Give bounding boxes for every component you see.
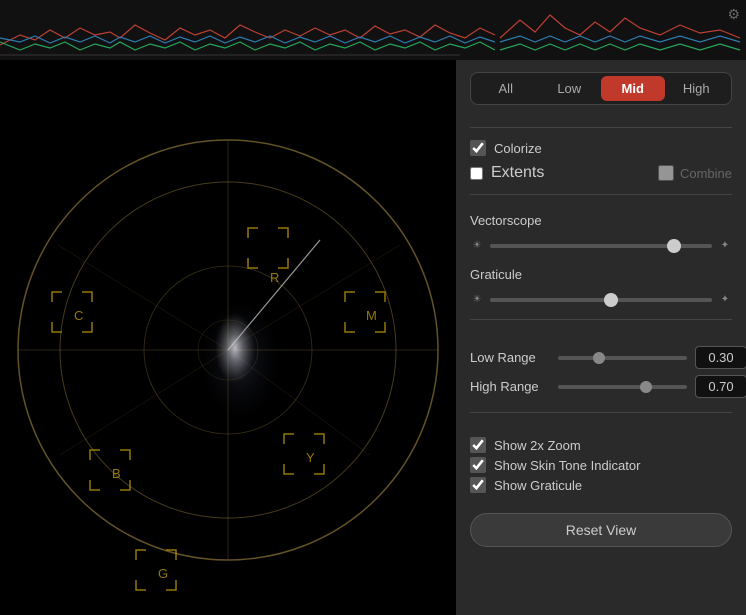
vectorscope-label: Vectorscope [470, 213, 732, 228]
divider-3 [470, 319, 732, 320]
combine-area: Combine [658, 165, 732, 181]
svg-text:R: R [270, 270, 279, 285]
show-2x-zoom-checkbox[interactable] [470, 437, 486, 453]
vectorscope-slider-row: ☀ ✦ [470, 240, 732, 251]
show-graticule-checkbox[interactable] [470, 477, 486, 493]
show-skin-tone-checkbox[interactable] [470, 457, 486, 473]
divider-2 [470, 194, 732, 195]
graticule-label: Graticule [470, 267, 732, 282]
graticule-brightness-high-icon: ✦ [718, 294, 732, 305]
show-2x-zoom-row: Show 2x Zoom [470, 437, 732, 453]
graticule-brightness-low-icon: ☀ [470, 294, 484, 305]
colorize-label: Colorize [494, 141, 542, 156]
svg-text:G: G [158, 566, 168, 581]
svg-text:C: C [74, 308, 83, 323]
tab-high[interactable]: High [665, 76, 729, 101]
svg-text:B: B [112, 466, 121, 481]
reset-view-button[interactable]: Reset View [470, 513, 732, 547]
show-graticule-label: Show Graticule [494, 478, 582, 493]
colorize-checkbox[interactable] [470, 140, 486, 156]
waveform-svg [0, 0, 746, 60]
vectorscope-panel: R M Y B [0, 60, 456, 615]
show-graticule-row: Show Graticule [470, 477, 732, 493]
high-range-label: High Range [470, 379, 550, 394]
extents-label: Extents [491, 164, 544, 182]
tab-row: All Low Mid High [470, 72, 732, 105]
show-skin-tone-label: Show Skin Tone Indicator [494, 458, 640, 473]
tab-low[interactable]: Low [538, 76, 602, 101]
svg-text:Y: Y [306, 450, 315, 465]
graticule-slider-row: ☀ ✦ [470, 294, 732, 305]
tab-mid[interactable]: Mid [601, 76, 665, 101]
high-range-row: High Range [470, 375, 732, 398]
options-section: Show 2x Zoom Show Skin Tone Indicator Sh… [470, 433, 732, 497]
controls-panel: All Low Mid High Colorize Extents Combin… [456, 60, 746, 615]
svg-text:M: M [366, 308, 377, 323]
graticule-slider[interactable] [490, 298, 712, 302]
high-range-value[interactable] [695, 375, 746, 398]
low-range-slider[interactable] [558, 356, 687, 360]
waveform-bar [0, 0, 746, 60]
extents-row: Extents Combine [470, 164, 732, 182]
low-range-row: Low Range [470, 346, 732, 369]
scope-svg: R M Y B [0, 60, 456, 615]
divider-1 [470, 127, 732, 128]
show-2x-zoom-label: Show 2x Zoom [494, 438, 581, 453]
show-skin-tone-row: Show Skin Tone Indicator [470, 457, 732, 473]
extents-checkbox[interactable] [470, 167, 483, 180]
brightness-high-icon: ✦ [718, 240, 732, 251]
colorize-row: Colorize [470, 140, 732, 156]
vectorscope-slider[interactable] [490, 244, 712, 248]
divider-4 [470, 412, 732, 413]
low-range-value[interactable] [695, 346, 746, 369]
low-range-label: Low Range [470, 350, 550, 365]
combine-label: Combine [680, 166, 732, 181]
tab-all[interactable]: All [474, 76, 538, 101]
combine-checkbox[interactable] [658, 165, 674, 181]
brightness-low-icon: ☀ [470, 240, 484, 251]
range-section: Low Range High Range [470, 340, 732, 404]
high-range-slider[interactable] [558, 385, 687, 389]
